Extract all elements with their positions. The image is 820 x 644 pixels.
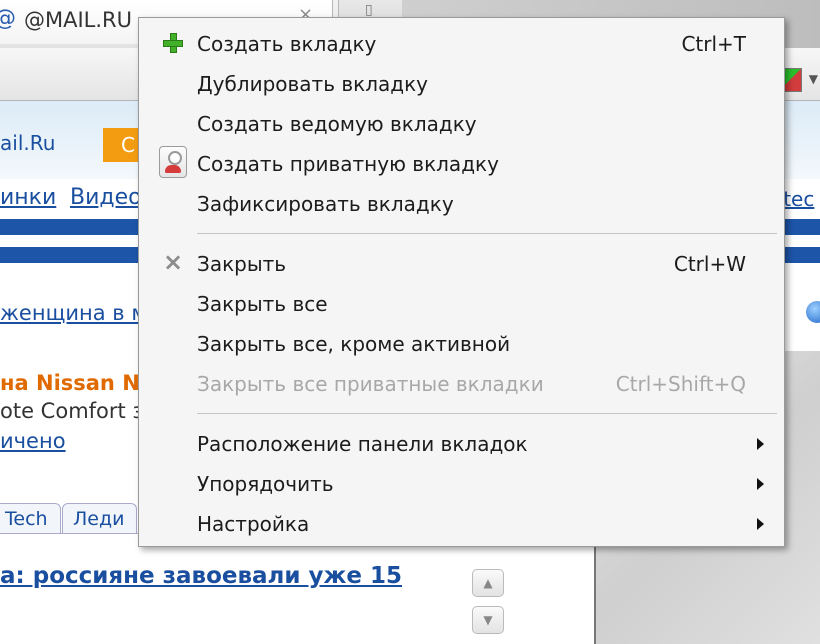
menu-item-new-private-tab[interactable]: Создать приватную вкладку — [139, 144, 784, 182]
nav-link-video[interactable]: Видео — [70, 185, 142, 210]
tab-context-menu: Создать вкладку Ctrl+T Дублировать вклад… — [138, 17, 785, 547]
menu-item-close[interactable]: × Закрыть Ctrl+W — [139, 244, 784, 282]
menu-item-label: Расположение панели вкладок — [197, 432, 528, 456]
menu-item-shortcut: Ctrl+Shift+Q — [615, 372, 746, 396]
menu-item-label: Дублировать вкладку — [197, 72, 428, 96]
chevron-down-icon[interactable]: ▼ — [809, 72, 818, 86]
subtab-ledi[interactable]: Леди — [62, 503, 138, 533]
subtab-tech[interactable]: Tech — [0, 503, 61, 533]
pin-icon: ▯ — [365, 2, 373, 18]
headline-link[interactable]: а: россияне завоевали уже 15 — [0, 563, 402, 589]
menu-item-label: Создать вкладку — [197, 32, 377, 56]
plus-icon — [163, 33, 183, 53]
news-text: ote Comfort з — [0, 399, 144, 423]
private-tab-icon — [159, 146, 187, 178]
globe-icon[interactable] — [806, 301, 820, 323]
scroll-up-button[interactable]: ▲ — [472, 569, 504, 597]
news-link[interactable]: женщина в м — [0, 301, 147, 325]
submenu-arrow-icon — [757, 518, 764, 530]
menu-item-pin-tab[interactable]: Зафиксировать вкладку — [139, 184, 784, 222]
submenu-arrow-icon — [757, 478, 764, 490]
news-link[interactable]: ичено — [0, 429, 66, 453]
menu-item-label: Закрыть — [197, 252, 287, 276]
menu-separator — [197, 233, 777, 234]
site-logo-link[interactable]: ail.Ru — [0, 131, 55, 155]
at-sign-icon: @ — [0, 6, 16, 31]
menu-item-shortcut: Ctrl+W — [673, 252, 746, 276]
news-title[interactable]: на Nissan No — [0, 371, 154, 395]
menu-item-label: Создать ведомую вкладку — [197, 112, 477, 136]
menu-item-label: Создать приватную вкладку — [197, 152, 499, 176]
close-icon: × — [163, 248, 184, 276]
nav-link-images[interactable]: инки — [0, 185, 56, 210]
menu-item-label: Закрыть все — [197, 292, 328, 316]
menu-item-label: Закрыть все, кроме активной — [197, 332, 511, 356]
menu-item-new-child-tab[interactable]: Создать ведомую вкладку — [139, 104, 784, 142]
menu-item-close-all[interactable]: Закрыть все — [139, 284, 784, 322]
menu-item-duplicate-tab[interactable]: Дублировать вкладку — [139, 64, 784, 102]
submenu-arrow-icon — [757, 438, 764, 450]
menu-item-label: Настройка — [197, 512, 310, 536]
menu-item-label: Упорядочить — [197, 472, 334, 496]
menu-item-arrange[interactable]: Упорядочить — [139, 464, 784, 502]
menu-item-label: Зафиксировать вкладку — [197, 192, 454, 216]
menu-separator — [197, 413, 777, 414]
menu-item-settings[interactable]: Настройка — [139, 504, 784, 542]
menu-item-close-all-except-active[interactable]: Закрыть все, кроме активной — [139, 324, 784, 362]
menu-item-new-tab[interactable]: Создать вкладку Ctrl+T — [139, 24, 784, 62]
menu-item-label: Закрыть все приватные вкладки — [197, 372, 544, 396]
menu-item-shortcut: Ctrl+T — [681, 32, 746, 56]
menu-item-tab-bar-position[interactable]: Расположение панели вкладок — [139, 424, 784, 462]
tab-title: @MAIL.RU — [24, 8, 133, 32]
scroll-down-button[interactable]: ▼ — [472, 606, 504, 634]
menu-item-close-all-private: Закрыть все приватные вкладки Ctrl+Shift… — [139, 364, 784, 402]
